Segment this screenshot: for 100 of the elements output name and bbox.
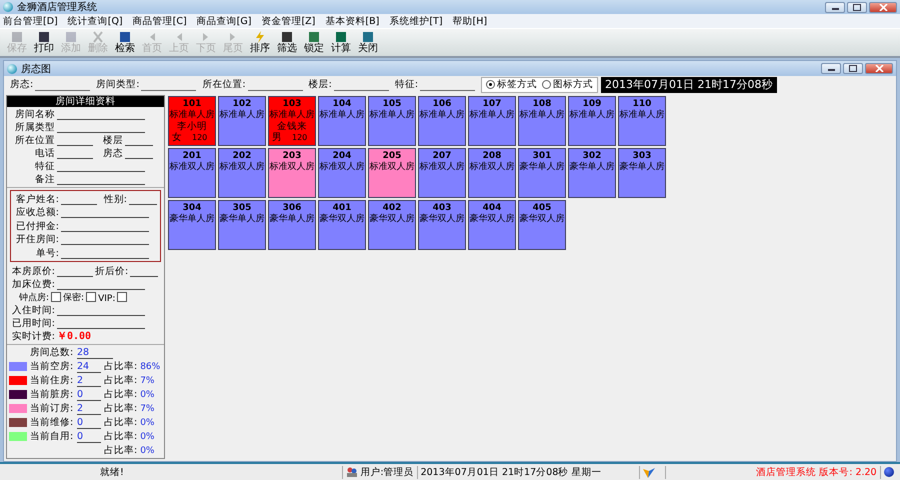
menu-item[interactable]: 商品查询[G] [196,14,252,28]
room-type: 标准双人房 [220,162,264,173]
toolbar-button[interactable]: 检索 [112,31,138,54]
room-tile[interactable]: 405 豪华双人房 [518,200,566,250]
room-tile[interactable]: 105 标准单人房 [368,96,416,146]
room-tile[interactable]: 302 豪华单人房 [568,148,616,198]
room-tile[interactable]: 204 标准双人房 [318,148,366,198]
room-tile[interactable]: 101 标准单人房 李小明 女 120 [168,96,216,146]
room-tile[interactable]: 207 标准双人房 [418,148,466,198]
stat-value: 0 [77,416,101,428]
room-number: 304 [182,203,202,214]
room-tile[interactable]: 104 标准单人房 [318,96,366,146]
room-tile[interactable]: 404 豪华双人房 [468,200,516,250]
field-label: 入住时间: [10,304,55,316]
menu-item[interactable]: 资金管理[Z] [261,14,316,28]
status-text: 就绪! [0,466,344,478]
room-tile[interactable]: 203 标准双人房 [268,148,316,198]
field-label: 所在位置 [14,134,55,147]
room-tile[interactable]: 402 豪华双人房 [368,200,416,250]
restore-button[interactable] [847,2,867,12]
room-type: 标准单人房 [220,110,264,121]
field-line [125,157,153,159]
toolbar-button[interactable]: 计算 [328,31,354,54]
room-tile[interactable]: 201 标准双人房 [168,148,216,198]
close-button[interactable] [865,63,893,74]
room-tile[interactable]: 303 豪华单人房 [618,148,666,198]
room-tile[interactable]: 301 豪华单人房 [518,148,566,198]
restore-icon [853,4,861,10]
room-type: 标准双人房 [470,162,514,173]
room-type: 标准单人房 [270,110,314,121]
field-label: 客户姓名: [14,192,59,206]
room-tile[interactable]: 102 标准单人房 [218,96,266,146]
room-type: 标准单人房 [620,110,664,121]
room-number: 402 [382,203,402,214]
filter-label: 所在位置: [202,78,246,91]
menu-item[interactable]: 系统维护[T] [389,14,443,28]
ratio-label: 占比率: [104,444,138,457]
checkbox[interactable] [86,292,96,302]
room-tile[interactable]: 205 标准双人房 [368,148,416,198]
radio-button[interactable] [542,80,552,89]
room-tile[interactable]: 107 标准单人房 [468,96,516,146]
room-number: 208 [482,151,502,162]
ratio-value: 0% [140,432,154,442]
maximize-button[interactable] [843,63,863,74]
minimize-button[interactable] [825,2,845,12]
close-icon [874,65,884,72]
radio-label: 图标方式 [553,78,594,91]
menu-item[interactable]: 基本资料[B] [325,14,380,28]
room-number: 105 [382,99,402,110]
menu-item[interactable]: 统计查询[Q] [68,14,123,28]
room-tile[interactable]: 106 标准单人房 [418,96,466,146]
room-number: 205 [382,151,402,162]
toolbar-button[interactable]: 锁定 [301,31,327,54]
radio-button[interactable] [486,80,496,89]
ratio-value: 0% [140,446,154,456]
square-icon [37,31,51,43]
room-tile[interactable]: 403 豪华双人房 [418,200,466,250]
room-number: 405 [532,203,552,214]
close-button[interactable] [869,2,897,12]
room-tile[interactable]: 208 标准双人房 [468,148,516,198]
checkbox[interactable] [117,292,128,302]
field-label: 加床位费: [10,278,55,290]
toolbar-button[interactable]: 打印 [31,31,57,54]
field-line [129,202,157,204]
toolbar-button[interactable]: 筛选 [274,31,300,54]
stat-label: 房间总数: [30,346,74,359]
ratio-value: 0% [140,390,154,400]
menu-item[interactable]: 前台管理[D] [3,14,58,28]
toolbar-button[interactable]: 排序 [247,31,273,54]
menu-item[interactable]: 商品管理[C] [132,14,187,28]
room-number: 107 [482,99,502,110]
room-tile[interactable]: 103 标准单人房 金钱来 男 120 [268,96,316,146]
ratio-value: 7% [140,376,154,386]
menu-item[interactable]: 帮助[H] [452,14,488,28]
room-tile[interactable]: 304 豪华单人房 [168,200,216,250]
room-tile[interactable]: 108 标准单人房 [518,96,566,146]
field-label: 特征 [34,160,55,173]
room-number: 203 [282,151,302,162]
minimize-button[interactable] [821,63,841,74]
square-icon [10,31,24,43]
stat-value: 0 [77,430,101,442]
room-tile[interactable]: 110 标准单人房 [618,96,666,146]
ratio-value: 86% [140,362,160,372]
checkbox[interactable] [51,292,62,302]
room-number: 202 [232,151,252,162]
room-number: 201 [182,151,202,162]
field-line [57,157,93,159]
stat-value: 28 [77,346,113,358]
room-tile[interactable]: 401 豪华双人房 [318,200,366,250]
toolbar-button[interactable]: 关闭 [355,31,381,54]
maximize-icon [849,65,857,72]
room-type: 标准单人房 [170,110,214,121]
room-tile[interactable]: 202 标准双人房 [218,148,266,198]
room-type: 标准双人房 [170,162,214,173]
stat-label: 当前空房: [30,360,74,373]
room-type: 豪华单人房 [620,162,664,173]
room-tile[interactable]: 306 豪华单人房 [268,200,316,250]
room-tile[interactable]: 109 标准单人房 [568,96,616,146]
room-tile[interactable]: 305 豪华单人房 [218,200,266,250]
square-icon [280,31,294,43]
